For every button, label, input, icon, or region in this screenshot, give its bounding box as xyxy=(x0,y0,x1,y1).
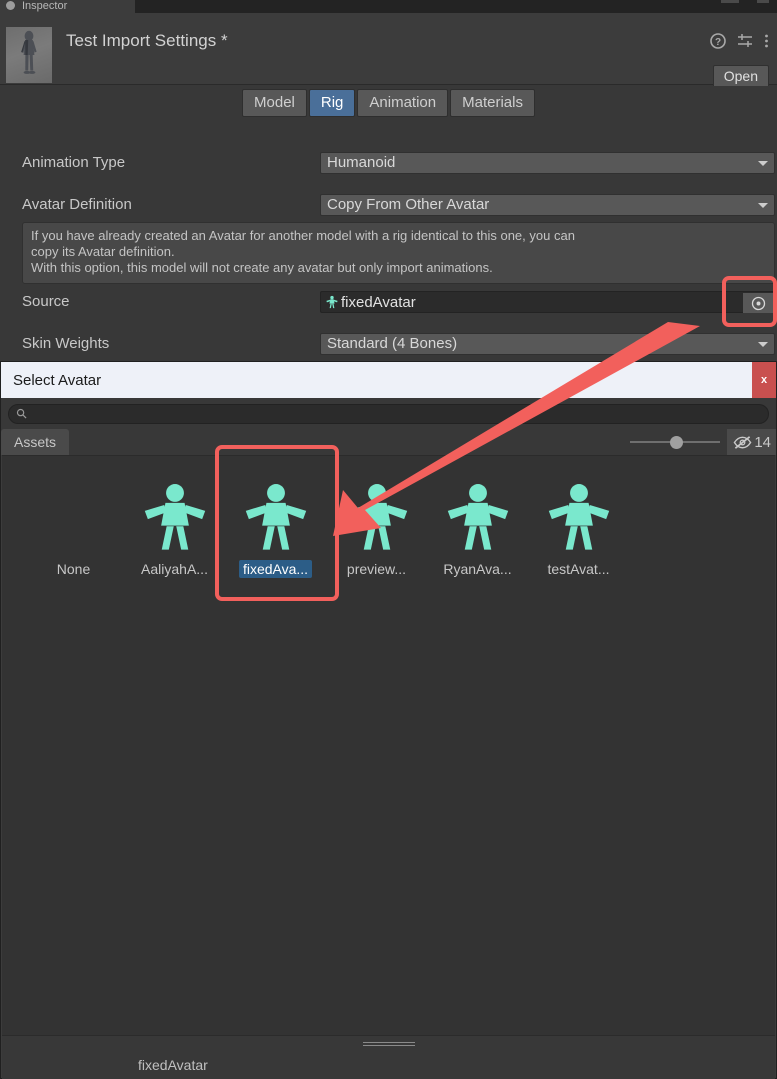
animation-type-value: Humanoid xyxy=(327,154,396,171)
dialog-search-bar xyxy=(1,398,776,429)
visibility-count: 14 xyxy=(754,433,771,451)
tab-animation[interactable]: Animation xyxy=(357,89,449,117)
avatar-icon xyxy=(325,295,339,309)
tab-segment-group: Model Rig Animation Materials xyxy=(242,89,535,117)
grid-item-label: preview... xyxy=(346,561,407,577)
window-close-control[interactable] xyxy=(757,0,769,3)
select-avatar-dialog: Select Avatar x Assets 14 None AaliyahA.… xyxy=(0,361,777,1079)
tab-materials[interactable]: Materials xyxy=(450,89,535,117)
thumbnail-zoom-slider[interactable] xyxy=(630,436,720,449)
inspector-header: Test Import Settings * ? Open xyxy=(0,13,777,88)
window-minimize-control[interactable] xyxy=(721,0,739,3)
open-button[interactable]: Open xyxy=(712,65,769,88)
editor-window-strip: Inspector xyxy=(0,0,777,13)
inspector-window-tab-label: Inspector xyxy=(22,0,68,12)
animation-type-dropdown[interactable]: Humanoid xyxy=(320,152,775,174)
help-line-2: copy its Avatar definition. xyxy=(31,244,175,259)
avatar-icon xyxy=(441,480,515,554)
chevron-down-icon xyxy=(758,342,768,347)
source-object-picker-button[interactable] xyxy=(743,293,773,313)
chevron-down-icon xyxy=(758,203,768,208)
dialog-titlebar: Select Avatar x xyxy=(1,362,776,398)
grid-item-label: testAvat... xyxy=(547,561,610,577)
model-thumbnail xyxy=(6,27,52,83)
import-settings-tabs: Model Rig Animation Materials xyxy=(0,86,777,120)
inspector-tab-icon xyxy=(6,1,15,10)
help-line-1: If you have already created an Avatar fo… xyxy=(31,228,575,243)
search-icon xyxy=(16,408,27,419)
tab-assets[interactable]: Assets xyxy=(1,429,70,455)
more-menu-icon[interactable] xyxy=(764,33,769,49)
grid-item-none[interactable]: None xyxy=(23,468,124,578)
avatar-grid: None AaliyahA... fixedAva... preview... … xyxy=(2,455,775,1035)
avatar-definition-help-box: If you have already created an Avatar fo… xyxy=(22,222,775,284)
skin-weights-value: Standard (4 Bones) xyxy=(327,335,458,352)
object-picker-icon xyxy=(751,296,765,310)
grid-item-ryan-avatar[interactable]: RyanAva... xyxy=(427,468,528,578)
visibility-toggle[interactable]: 14 xyxy=(727,429,776,455)
grid-item-aaliyah-avatar[interactable]: AaliyahA... xyxy=(124,468,225,578)
search-field-wrapper[interactable] xyxy=(8,403,769,424)
grid-item-label: None xyxy=(56,561,91,577)
chevron-down-icon xyxy=(758,161,768,166)
grid-item-label: RyanAva... xyxy=(443,561,512,577)
help-icon[interactable]: ? xyxy=(710,33,726,49)
avatar-icon xyxy=(239,480,313,554)
source-value: fixedAvatar xyxy=(341,293,416,311)
page-title: Test Import Settings * xyxy=(66,31,228,50)
row-avatar-definition: Avatar Definition Copy From Other Avatar xyxy=(0,194,777,216)
avatar-definition-dropdown[interactable]: Copy From Other Avatar xyxy=(320,194,775,216)
avatar-icon xyxy=(340,480,414,554)
avatar-definition-value: Copy From Other Avatar xyxy=(327,196,490,213)
footer-splitter-handle[interactable] xyxy=(362,1042,415,1047)
grid-item-preview-avatar[interactable]: preview... xyxy=(326,468,427,578)
slider-knob[interactable] xyxy=(670,436,683,449)
dialog-footer: fixedAvatar xyxy=(2,1035,775,1079)
inspector-header-icons: ? xyxy=(710,33,769,49)
skin-weights-dropdown[interactable]: Standard (4 Bones) xyxy=(320,333,775,355)
dialog-title: Select Avatar xyxy=(13,371,102,389)
avatar-definition-label: Avatar Definition xyxy=(22,196,132,213)
help-line-3: With this option, this model will not cr… xyxy=(31,260,493,275)
tab-rig[interactable]: Rig xyxy=(308,89,356,117)
close-icon[interactable]: x xyxy=(752,362,776,398)
svg-text:?: ? xyxy=(715,37,721,48)
animation-type-label: Animation Type xyxy=(22,154,126,171)
search-input[interactable] xyxy=(31,406,768,421)
inspector-window-tab[interactable]: Inspector xyxy=(0,0,135,13)
tab-model[interactable]: Model xyxy=(242,89,307,117)
grid-item-label: AaliyahA... xyxy=(141,561,208,577)
unity-inspector-screen: Inspector Test Import Settings * ? Open … xyxy=(0,0,777,1079)
grid-item-label: fixedAva... xyxy=(238,560,313,578)
skin-weights-label: Skin Weights xyxy=(22,335,110,352)
avatar-icon xyxy=(138,480,212,554)
avatar-icon xyxy=(542,480,616,554)
selected-asset-name: fixedAvatar xyxy=(138,1057,208,1073)
eye-slash-icon xyxy=(733,435,752,450)
source-label: Source xyxy=(22,293,70,310)
dialog-tab-row: Assets 14 xyxy=(1,429,776,455)
source-object-field[interactable]: fixedAvatar xyxy=(320,291,775,313)
row-animation-type: Animation Type Humanoid xyxy=(0,152,777,174)
preset-settings-icon[interactable] xyxy=(737,33,753,49)
row-skin-weights: Skin Weights Standard (4 Bones) xyxy=(0,333,777,355)
grid-item-fixed-avatar[interactable]: fixedAva... xyxy=(225,468,326,578)
grid-item-test-avatar[interactable]: testAvat... xyxy=(528,468,629,578)
